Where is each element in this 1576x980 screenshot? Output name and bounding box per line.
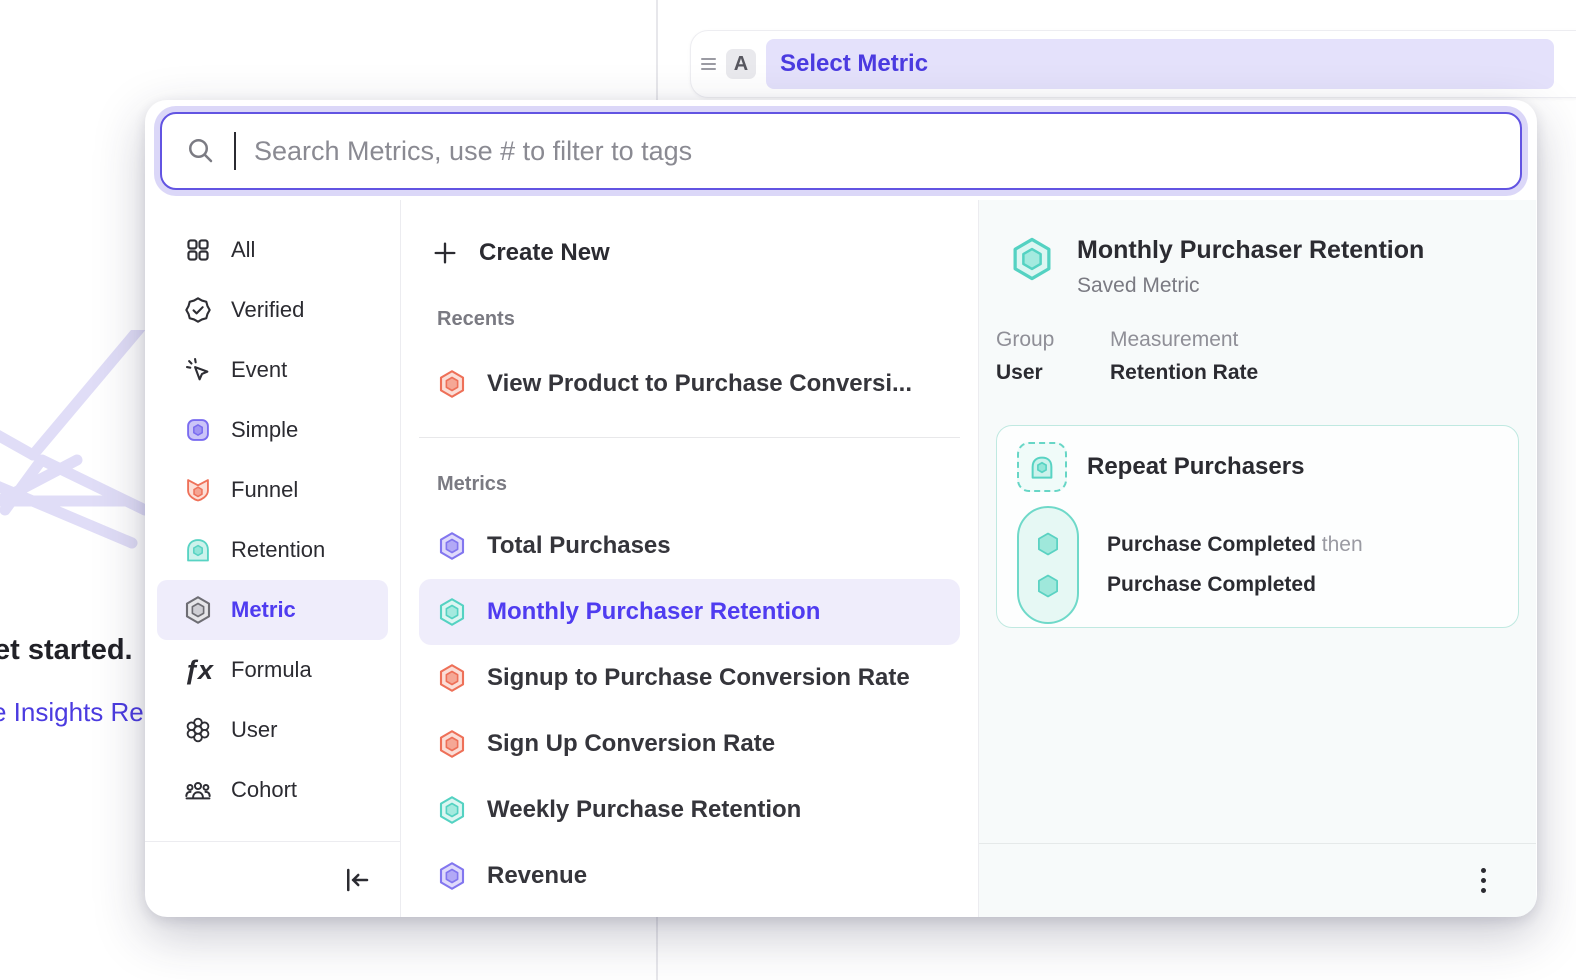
simple-metric-icon	[437, 861, 467, 891]
sidebar-item-label: Cohort	[231, 777, 297, 803]
sidebar-item-label: Event	[231, 357, 287, 383]
sidebar-item-label: User	[231, 717, 277, 743]
retention-metric-icon	[437, 597, 467, 627]
funnel-step-2: Purchase Completed	[1107, 573, 1363, 597]
repeat-purchasers-card: Repeat Purchasers Purchase Completed	[996, 425, 1519, 628]
metric-item-monthly-purchaser-retention[interactable]: Monthly Purchaser Retention	[419, 579, 960, 645]
series-a-badge: A	[726, 49, 756, 79]
list-divider	[419, 437, 960, 438]
funnel-steps-capsule	[1017, 506, 1079, 624]
more-options-icon[interactable]	[1475, 862, 1492, 899]
plus-icon	[431, 239, 459, 267]
metric-list-panel: Create New Recents View Product to Purch…	[400, 200, 978, 917]
group-value: User	[996, 361, 1086, 385]
metric-item-weekly-purchase-retention[interactable]: Weekly Purchase Retention	[419, 777, 960, 843]
detail-subtitle: Saved Metric	[1077, 274, 1424, 298]
metrics-heading: Metrics	[401, 471, 978, 497]
metric-query-row: A Select Metric	[690, 30, 1576, 98]
repeat-purchasers-icon	[1017, 442, 1067, 492]
metric-hexagon-icon	[183, 595, 213, 625]
detail-title: Monthly Purchaser Retention	[1077, 236, 1424, 265]
metric-item-signup-to-purchase-conversion[interactable]: Signup to Purchase Conversion Rate	[419, 645, 960, 711]
create-new-button[interactable]: Create New	[401, 226, 978, 280]
search-input[interactable]	[254, 136, 1520, 167]
step-hexagon-icon	[1034, 530, 1062, 558]
metric-picker-modal: All Verified	[145, 100, 1537, 917]
funnel-metric-icon	[437, 369, 467, 399]
recent-metric-label: View Product to Purchase Conversi...	[487, 370, 912, 398]
sidebar-item-label: Metric	[231, 597, 296, 623]
metric-item-label: Total Purchases	[487, 532, 671, 560]
sidebar-item-verified[interactable]: Verified	[157, 280, 388, 340]
metric-item-label: Monthly Purchaser Retention	[487, 598, 820, 626]
user-cluster-icon	[183, 715, 213, 745]
sidebar-item-label: Formula	[231, 657, 312, 683]
text-cursor	[234, 132, 236, 170]
cohort-icon	[183, 775, 213, 805]
create-new-label: Create New	[479, 239, 610, 267]
then-connector: then	[1322, 533, 1363, 556]
funnel-metric-icon	[437, 729, 467, 759]
grid-icon	[183, 235, 213, 265]
funnel-step-1: Purchase Completed then	[1107, 533, 1363, 557]
metric-item-label: Revenue	[487, 862, 587, 890]
recent-metric-item[interactable]: View Product to Purchase Conversi...	[419, 352, 960, 416]
select-metric-label: Select Metric	[780, 50, 928, 78]
retention-metric-icon	[437, 795, 467, 825]
sidebar-item-label: All	[231, 237, 255, 263]
select-metric-field[interactable]: Select Metric	[766, 39, 1554, 89]
sidebar-item-label: Funnel	[231, 477, 298, 503]
sidebar-item-label: Simple	[231, 417, 298, 443]
sidebar-item-cohort[interactable]: Cohort	[157, 760, 388, 820]
metric-detail-panel: Monthly Purchaser Retention Saved Metric…	[978, 200, 1536, 917]
retention-icon	[183, 535, 213, 565]
filter-sidebar: All Verified	[145, 200, 400, 917]
metric-item-revenue[interactable]: Revenue	[419, 843, 960, 909]
sidebar-item-metric[interactable]: Metric	[157, 580, 388, 640]
insights-report-link[interactable]: e Insights Re	[0, 697, 144, 728]
sidebar-item-formula[interactable]: ƒx Formula	[157, 640, 388, 700]
verified-badge-icon	[183, 295, 213, 325]
metric-item-label: Sign Up Conversion Rate	[487, 730, 775, 758]
step-hexagon-icon	[1034, 572, 1062, 600]
sidebar-item-all[interactable]: All	[157, 220, 388, 280]
collapse-sidebar-icon[interactable]	[342, 865, 372, 895]
metric-item-label: Signup to Purchase Conversion Rate	[487, 664, 910, 692]
metric-item-sign-up-conversion-rate[interactable]: Sign Up Conversion Rate	[419, 711, 960, 777]
sidebar-item-funnel[interactable]: Funnel	[157, 460, 388, 520]
simple-metric-icon	[437, 531, 467, 561]
sidebar-item-user[interactable]: User	[157, 700, 388, 760]
measurement-value: Retention Rate	[1110, 361, 1258, 385]
metric-detail-icon	[1009, 236, 1055, 282]
group-label: Group	[996, 328, 1086, 352]
sidebar-item-label: Verified	[231, 297, 304, 323]
sidebar-item-retention[interactable]: Retention	[157, 520, 388, 580]
sidebar-item-simple[interactable]: Simple	[157, 400, 388, 460]
sidebar-item-event[interactable]: Event	[157, 340, 388, 400]
metric-item-total-purchases[interactable]: Total Purchases	[419, 513, 960, 579]
drag-handle-icon[interactable]	[701, 58, 716, 70]
get-started-text: et started.	[0, 634, 133, 667]
metric-item-label: Weekly Purchase Retention	[487, 796, 801, 824]
sidebar-item-label: Retention	[231, 537, 325, 563]
simple-metric-icon	[183, 415, 213, 445]
measurement-label: Measurement	[1110, 328, 1258, 352]
repeat-purchasers-title: Repeat Purchasers	[1087, 453, 1304, 481]
funnel-icon	[183, 475, 213, 505]
recents-heading: Recents	[401, 306, 978, 332]
search-icon	[186, 136, 216, 166]
cursor-click-icon	[183, 355, 213, 385]
funnel-metric-icon	[437, 663, 467, 693]
formula-icon: ƒx	[183, 655, 213, 685]
search-field-container[interactable]	[160, 112, 1522, 190]
